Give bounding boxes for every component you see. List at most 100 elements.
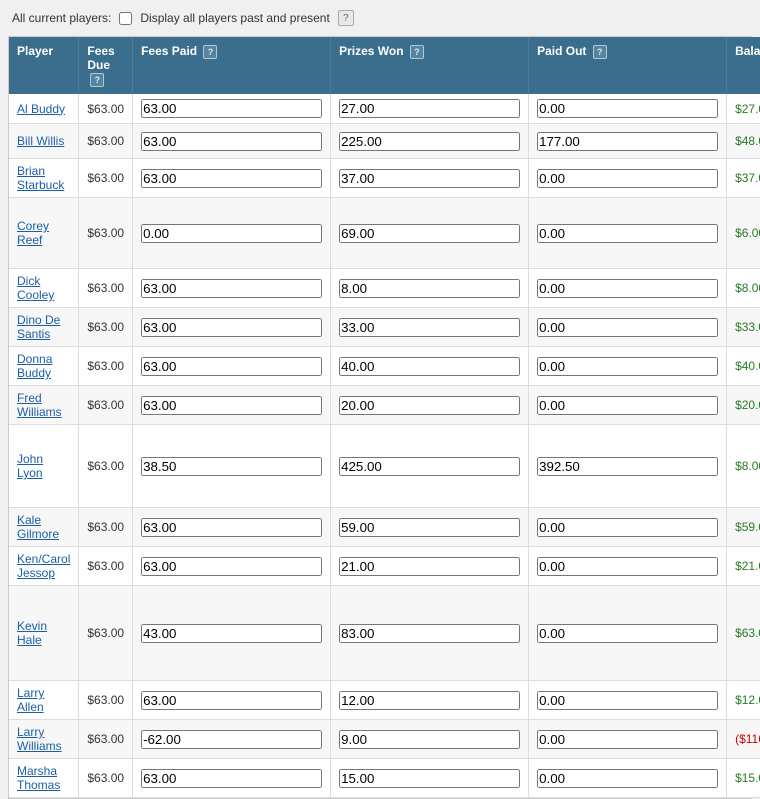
prizes-won-cell[interactable] [331, 508, 529, 547]
paid-out-input[interactable] [537, 396, 718, 415]
prizes-won-cell[interactable] [331, 269, 529, 308]
prizes-won-input[interactable] [339, 557, 520, 576]
fees-paid-input[interactable] [141, 624, 322, 643]
fees-paid-cell[interactable] [133, 347, 331, 386]
paid-out-cell[interactable] [529, 347, 727, 386]
fees-paid-cell[interactable] [133, 269, 331, 308]
paid-out-cell[interactable] [529, 547, 727, 586]
prizes-won-cell[interactable] [331, 547, 529, 586]
paid-out-cell[interactable] [529, 586, 727, 681]
paid-out-input[interactable] [537, 357, 718, 376]
paid-out-input[interactable] [537, 557, 718, 576]
paid-out-cell[interactable] [529, 508, 727, 547]
prizes-won-input[interactable] [339, 99, 520, 118]
paid-out-input[interactable] [537, 99, 718, 118]
fees-paid-cell[interactable] [133, 425, 331, 508]
paid-out-cell[interactable] [529, 308, 727, 347]
paid-out-input[interactable] [537, 691, 718, 710]
fees-paid-input[interactable] [141, 132, 322, 151]
paid-out-input[interactable] [537, 318, 718, 337]
fees-paid-input[interactable] [141, 279, 322, 298]
player-name-link[interactable]: Dick Cooley [17, 274, 54, 302]
fees-paid-cell[interactable] [133, 586, 331, 681]
prizes-won-input[interactable] [339, 224, 520, 243]
paid-out-cell[interactable] [529, 94, 727, 124]
player-name-link[interactable]: Dino De Santis [17, 313, 60, 341]
paid-out-input[interactable] [537, 132, 718, 151]
player-name-link[interactable]: Donna Buddy [17, 352, 52, 380]
prizes-won-cell[interactable] [331, 198, 529, 269]
prizes-won-input[interactable] [339, 169, 520, 188]
player-name-link[interactable]: Ken/Carol Jessop [17, 552, 70, 580]
prizes-won-input[interactable] [339, 624, 520, 643]
fees-due-help-icon[interactable]: ? [90, 73, 104, 87]
paid-out-input[interactable] [537, 457, 718, 476]
fees-paid-input[interactable] [141, 518, 322, 537]
fees-paid-cell[interactable] [133, 124, 331, 159]
prizes-won-cell[interactable] [331, 94, 529, 124]
paid-out-cell[interactable] [529, 425, 727, 508]
fees-paid-cell[interactable] [133, 198, 331, 269]
fees-paid-input[interactable] [141, 557, 322, 576]
paid-out-cell[interactable] [529, 198, 727, 269]
fees-paid-cell[interactable] [133, 720, 331, 759]
prizes-won-input[interactable] [339, 457, 520, 476]
fees-paid-cell[interactable] [133, 308, 331, 347]
prizes-won-cell[interactable] [331, 124, 529, 159]
fees-paid-input[interactable] [141, 318, 322, 337]
fees-paid-input[interactable] [141, 769, 322, 788]
paid-out-input[interactable] [537, 730, 718, 749]
paid-out-cell[interactable] [529, 269, 727, 308]
prizes-won-input[interactable] [339, 730, 520, 749]
prizes-won-cell[interactable] [331, 308, 529, 347]
fees-paid-input[interactable] [141, 224, 322, 243]
player-name-link[interactable]: John Lyon [17, 452, 43, 480]
paid-out-input[interactable] [537, 224, 718, 243]
prizes-won-input[interactable] [339, 396, 520, 415]
prizes-won-help-icon[interactable]: ? [410, 45, 424, 59]
fees-paid-input[interactable] [141, 396, 322, 415]
fees-paid-cell[interactable] [133, 159, 331, 198]
player-name-link[interactable]: Kevin Hale [17, 619, 47, 647]
fees-paid-input[interactable] [141, 169, 322, 188]
player-name-link[interactable]: Larry Allen [17, 686, 44, 714]
player-name-link[interactable]: Kale Gilmore [17, 513, 59, 541]
fees-paid-input[interactable] [141, 457, 322, 476]
fees-paid-cell[interactable] [133, 94, 331, 124]
fees-paid-input[interactable] [141, 691, 322, 710]
fees-paid-help-icon[interactable]: ? [203, 45, 217, 59]
player-name-link[interactable]: Larry Williams [17, 725, 62, 753]
player-name-link[interactable]: Corey Reef [17, 219, 49, 247]
paid-out-cell[interactable] [529, 681, 727, 720]
player-name-link[interactable]: Bill Willis [17, 134, 64, 148]
paid-out-input[interactable] [537, 769, 718, 788]
prizes-won-cell[interactable] [331, 720, 529, 759]
prizes-won-cell[interactable] [331, 586, 529, 681]
prizes-won-input[interactable] [339, 318, 520, 337]
player-name-link[interactable]: Fred Williams [17, 391, 62, 419]
prizes-won-cell[interactable] [331, 759, 529, 798]
prizes-won-cell[interactable] [331, 386, 529, 425]
display-all-help-icon[interactable]: ? [338, 10, 354, 26]
fees-paid-input[interactable] [141, 357, 322, 376]
fees-paid-cell[interactable] [133, 547, 331, 586]
prizes-won-input[interactable] [339, 357, 520, 376]
fees-paid-cell[interactable] [133, 681, 331, 720]
prizes-won-input[interactable] [339, 518, 520, 537]
paid-out-cell[interactable] [529, 386, 727, 425]
paid-out-cell[interactable] [529, 159, 727, 198]
paid-out-help-icon[interactable]: ? [593, 45, 607, 59]
paid-out-input[interactable] [537, 169, 718, 188]
paid-out-cell[interactable] [529, 759, 727, 798]
paid-out-input[interactable] [537, 279, 718, 298]
paid-out-input[interactable] [537, 624, 718, 643]
prizes-won-input[interactable] [339, 132, 520, 151]
prizes-won-cell[interactable] [331, 681, 529, 720]
fees-paid-input[interactable] [141, 99, 322, 118]
paid-out-input[interactable] [537, 518, 718, 537]
paid-out-cell[interactable] [529, 720, 727, 759]
player-name-link[interactable]: Marsha Thomas [17, 764, 60, 792]
fees-paid-cell[interactable] [133, 759, 331, 798]
fees-paid-cell[interactable] [133, 508, 331, 547]
paid-out-cell[interactable] [529, 124, 727, 159]
